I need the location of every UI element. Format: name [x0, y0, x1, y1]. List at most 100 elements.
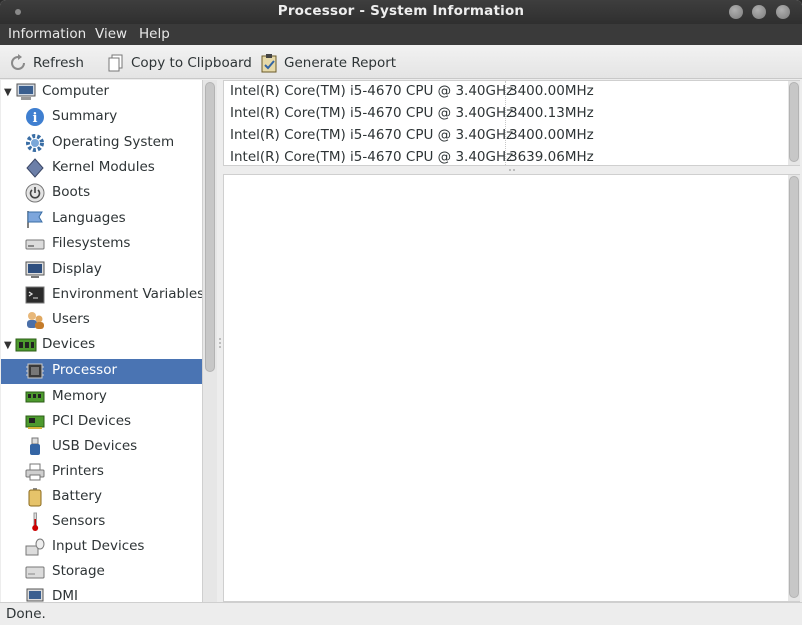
expander-icon[interactable]: ▼ [4, 87, 12, 98]
processor-name: Intel(R) Core(TM) i5-4670 CPU @ 3.40GHz [230, 127, 514, 143]
tree-group-devices[interactable]: ▼ Devices [1, 333, 202, 358]
refresh-icon [8, 53, 28, 73]
sidebar-item-label: Processor [52, 362, 118, 378]
sidebar-item-input-devices[interactable]: Input Devices [1, 535, 202, 560]
report-label: Generate Report [284, 55, 397, 71]
sidebar-item-users[interactable]: Users [1, 308, 202, 333]
list-scrollbar[interactable] [788, 81, 800, 165]
processor-frequency: 3400.13MHz [509, 105, 594, 121]
refresh-label: Refresh [33, 55, 84, 71]
sidebar-item-filesystems[interactable]: Filesystems [1, 232, 202, 257]
svg-text:i: i [33, 111, 38, 126]
sidebar-scrollbar-thumb[interactable] [205, 82, 215, 372]
title-bar[interactable]: Processor - System Information [0, 0, 802, 24]
menu-view[interactable]: View [95, 26, 127, 42]
minimize-button[interactable] [729, 5, 743, 19]
copy-label: Copy to Clipboard [131, 55, 252, 71]
sidebar-item-label: Summary [52, 108, 118, 124]
copy-icon [106, 53, 126, 73]
processor-frequency: 3639.06MHz [509, 149, 594, 165]
sidebar-item-kernel-modules[interactable]: Kernel Modules [1, 156, 202, 181]
printer-icon [25, 462, 45, 482]
dmi-icon [25, 587, 45, 602]
devices-icon [15, 335, 37, 355]
users-icon [25, 310, 45, 330]
sidebar-item-label: USB Devices [52, 438, 138, 454]
generate-report-button[interactable]: Generate Report [259, 52, 396, 74]
sidebar-item-dmi[interactable]: DMI [1, 585, 202, 602]
storage-icon [25, 562, 45, 582]
sidebar-item-printers[interactable]: Printers [1, 460, 202, 485]
sidebar-item-sensors[interactable]: Sensors [1, 510, 202, 535]
horizontal-splitter[interactable] [223, 166, 800, 174]
refresh-button[interactable]: Refresh [8, 52, 84, 74]
close-button[interactable] [776, 5, 790, 19]
sidebar-tree[interactable]: ▼ Computer i Summary Operating System Ke… [1, 80, 203, 602]
sidebar-item-languages[interactable]: Languages [1, 207, 202, 232]
power-icon [25, 183, 45, 203]
sidebar-item-battery[interactable]: Battery [1, 485, 202, 510]
splitter-grip [513, 169, 515, 171]
info-icon: i [25, 107, 45, 127]
sidebar-item-operating-system[interactable]: Operating System [1, 131, 202, 156]
sidebar-item-label: Display [52, 261, 102, 277]
flag-icon [25, 209, 45, 229]
sidebar-item-label: Storage [52, 563, 105, 579]
sidebar-item-label: Filesystems [52, 235, 131, 251]
usb-icon [25, 437, 45, 457]
report-icon [259, 53, 279, 73]
drive-icon [25, 234, 45, 254]
tree-group-computer[interactable]: ▼ Computer [1, 80, 202, 105]
list-item[interactable]: Intel(R) Core(TM) i5-4670 CPU @ 3.40GHz … [224, 81, 789, 103]
processor-frequency: 3400.00MHz [509, 127, 594, 143]
sidebar-item-label: DMI [52, 588, 79, 602]
menu-help[interactable]: Help [139, 26, 170, 42]
sidebar-item-display[interactable]: Display [1, 258, 202, 283]
sidebar-scrollbar[interactable] [203, 80, 217, 602]
menu-bar: Information View Help [0, 24, 802, 45]
detail-pane[interactable] [223, 174, 800, 602]
sidebar-item-processor[interactable]: Processor [1, 359, 202, 384]
sidebar-item-memory[interactable]: Memory [1, 385, 202, 410]
sidebar-item-label: Memory [52, 388, 107, 404]
tree-group-label: Devices [42, 336, 96, 352]
detail-scrollbar-thumb[interactable] [789, 176, 799, 598]
status-bar: Done. [0, 602, 802, 625]
sidebar-item-pci-devices[interactable]: PCI Devices [1, 410, 202, 435]
sidebar-item-storage[interactable]: Storage [1, 560, 202, 585]
pci-card-icon [25, 412, 45, 432]
sidebar-item-label: Users [52, 311, 90, 327]
processor-list[interactable]: Intel(R) Core(TM) i5-4670 CPU @ 3.40GHz … [223, 80, 800, 166]
sidebar-item-label: Operating System [52, 134, 175, 150]
sidebar-item-label: Input Devices [52, 538, 145, 554]
splitter-grip [219, 346, 221, 348]
expander-icon[interactable]: ▼ [4, 340, 12, 351]
sidebar-item-boots[interactable]: Boots [1, 181, 202, 206]
toolbar: Refresh Copy to Clipboard Generate Repor… [0, 45, 802, 79]
processor-frequency: 3400.00MHz [509, 83, 594, 99]
sidebar-item-label: PCI Devices [52, 413, 132, 429]
input-devices-icon [25, 537, 45, 557]
kernel-module-icon [25, 158, 45, 178]
monitor-icon [25, 260, 45, 280]
sidebar-item-label: Battery [52, 488, 102, 504]
menu-information[interactable]: Information [8, 26, 86, 42]
splitter-grip [219, 342, 221, 344]
detail-scrollbar[interactable] [788, 175, 800, 601]
status-text: Done. [6, 606, 46, 622]
list-scrollbar-thumb[interactable] [789, 82, 799, 162]
copy-to-clipboard-button[interactable]: Copy to Clipboard [106, 52, 252, 74]
splitter-grip [219, 338, 221, 340]
terminal-icon [25, 285, 45, 305]
gear-icon [25, 133, 45, 153]
sidebar-item-environment-variables[interactable]: Environment Variables [1, 283, 202, 308]
list-item[interactable]: Intel(R) Core(TM) i5-4670 CPU @ 3.40GHz … [224, 125, 789, 147]
sidebar-item-summary[interactable]: i Summary [1, 105, 202, 130]
sidebar-item-label: Printers [52, 463, 104, 479]
app-window: Processor - System Information Informati… [0, 0, 802, 625]
maximize-button[interactable] [752, 5, 766, 19]
splitter-grip [509, 169, 511, 171]
list-item[interactable]: Intel(R) Core(TM) i5-4670 CPU @ 3.40GHz … [224, 103, 789, 125]
sidebar-item-usb-devices[interactable]: USB Devices [1, 435, 202, 460]
tree-group-label: Computer [42, 83, 110, 99]
